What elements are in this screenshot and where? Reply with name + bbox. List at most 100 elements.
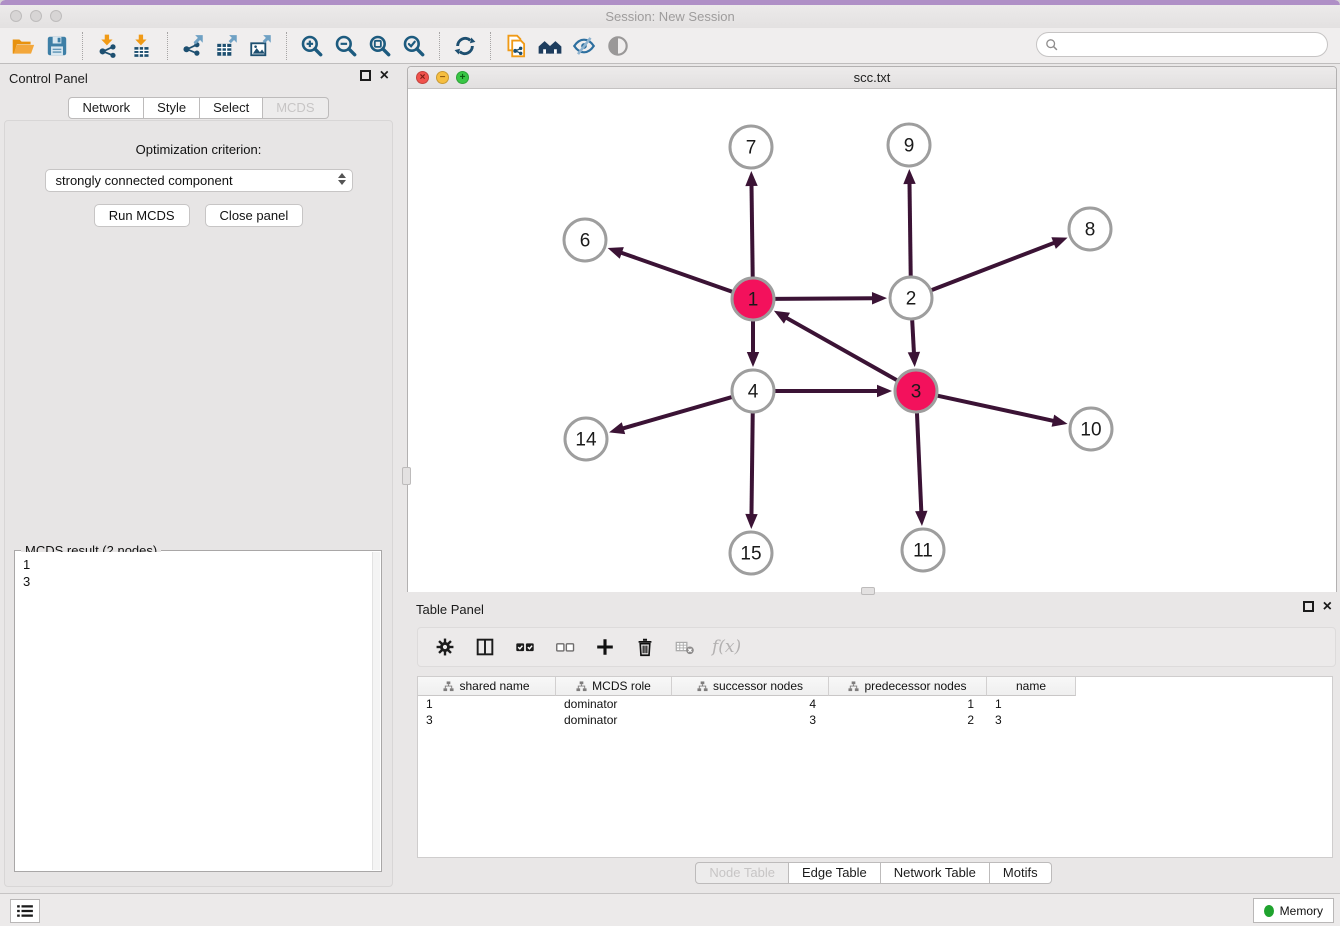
table-row[interactable]: 3dominator323 [418, 712, 1332, 728]
table-panel-float-icon[interactable] [1303, 601, 1314, 612]
graph-node-label: 3 [911, 382, 922, 403]
result-scrollbar[interactable] [372, 552, 380, 870]
tab-style[interactable]: Style [144, 97, 200, 119]
tab-mcds[interactable]: MCDS [263, 97, 328, 119]
search-field[interactable] [1036, 32, 1328, 57]
tree-icon [443, 681, 454, 692]
graph-node-label: 8 [1085, 220, 1096, 241]
column-header-shared-name[interactable]: shared name [418, 677, 556, 696]
table-row[interactable]: 1dominator411 [418, 696, 1332, 712]
column-panel-button[interactable] [472, 634, 498, 660]
table-cell[interactable]: 1 [829, 696, 987, 712]
node-table-header-row: shared name MCDS rolesuccessor nodes prede… [418, 677, 1332, 696]
graph-node-label: 6 [580, 231, 591, 252]
toolbar-separator [82, 32, 83, 60]
export-image-button[interactable] [244, 31, 278, 61]
table-toolbar: f(x) [417, 627, 1336, 667]
table-cell[interactable]: dominator [556, 696, 672, 712]
unselect-all-columns-button[interactable] [552, 634, 578, 660]
mcds-result-list[interactable]: 1 3 [16, 552, 372, 870]
gear-icon [434, 636, 456, 658]
delete-button[interactable] [632, 634, 658, 660]
apply-layout-button[interactable] [448, 31, 482, 61]
graph-edge-3-11[interactable] [917, 413, 921, 513]
column-header-label: predecessor nodes [864, 679, 966, 693]
splitter-grip-vertical[interactable] [402, 467, 411, 485]
tab-motifs[interactable]: Motifs [990, 862, 1052, 884]
table-panel: Table Panel × [407, 597, 1340, 890]
function-builder-button[interactable]: f(x) [712, 634, 741, 660]
graph-node-label: 2 [906, 289, 917, 310]
table-cell[interactable]: 4 [672, 696, 829, 712]
graph-edge-1-7[interactable] [751, 184, 752, 277]
search-icon [1045, 38, 1059, 52]
export-network-button[interactable] [176, 31, 210, 61]
graph-edge-4-14[interactable] [622, 397, 732, 429]
search-input[interactable] [1059, 37, 1327, 52]
zoom-fit-button[interactable] [363, 31, 397, 61]
zoom-out-button[interactable] [329, 31, 363, 61]
network-graph: 7968124314101511 [408, 89, 1336, 592]
network-window-titlebar: × − + scc.txt [408, 67, 1336, 89]
delete-table-button[interactable] [672, 634, 698, 660]
control-panel-float-icon[interactable] [360, 70, 371, 81]
column-header-MCDS-role[interactable]: MCDS role [556, 677, 672, 696]
table-cell[interactable]: 1 [418, 696, 556, 712]
tab-network-table[interactable]: Network Table [881, 862, 990, 884]
table-cell[interactable]: 3 [672, 712, 829, 728]
table-cell[interactable]: 3 [987, 712, 1076, 728]
hide-selected-button[interactable] [567, 31, 601, 61]
tab-select[interactable]: Select [200, 97, 263, 119]
toolbar-separator [439, 32, 440, 60]
task-history-button[interactable] [10, 899, 40, 923]
graph-edge-2-8[interactable] [932, 242, 1056, 290]
tab-node-table[interactable]: Node Table [695, 862, 789, 884]
run-mcds-button[interactable]: Run MCDS [94, 204, 190, 227]
memory-button[interactable]: Memory [1253, 898, 1334, 923]
table-cell[interactable]: 1 [987, 696, 1076, 712]
zoom-in-button[interactable] [295, 31, 329, 61]
control-panel-header: Control Panel × [0, 66, 397, 90]
graph-edge-1-6[interactable] [620, 252, 732, 291]
zoom-in-icon [299, 33, 325, 59]
control-panel-close-icon[interactable]: × [380, 70, 389, 81]
graph-edge-3-1[interactable] [785, 317, 897, 380]
graph-edge-2-3[interactable] [912, 320, 914, 354]
trash-icon [634, 636, 656, 658]
edge-arrowhead [877, 385, 892, 397]
table-panel-close-icon[interactable]: × [1323, 601, 1332, 612]
open-session-button[interactable] [6, 31, 40, 61]
application-window: Session: New Session [0, 0, 1340, 926]
tab-edge-table[interactable]: Edge Table [789, 862, 881, 884]
table-cell[interactable]: 3 [418, 712, 556, 728]
select-all-columns-button[interactable] [512, 634, 538, 660]
network-canvas[interactable]: 7968124314101511 [408, 89, 1336, 592]
export-table-button[interactable] [210, 31, 244, 61]
zoom-selected-button[interactable] [397, 31, 431, 61]
column-header-label: shared name [459, 679, 529, 693]
eye-slash-icon [571, 33, 597, 59]
graph-edge-2-9[interactable] [909, 182, 910, 276]
copy-network-button[interactable] [499, 31, 533, 61]
graph-edge-3-10[interactable] [937, 396, 1054, 421]
graph-edge-4-15[interactable] [751, 413, 752, 516]
splitter-grip-horizontal[interactable] [861, 587, 875, 595]
eye-icon [605, 33, 631, 59]
column-header-successor-nodes[interactable]: successor nodes [672, 677, 829, 696]
table-settings-button[interactable] [432, 634, 458, 660]
titlebar: Session: New Session [0, 5, 1340, 28]
column-header-name[interactable]: name [987, 677, 1076, 696]
close-panel-button[interactable]: Close panel [205, 204, 304, 227]
show-all-button[interactable] [601, 31, 635, 61]
table-cell[interactable]: dominator [556, 712, 672, 728]
tab-network[interactable]: Network [68, 97, 144, 119]
import-network-button[interactable] [91, 31, 125, 61]
save-session-button[interactable] [40, 31, 74, 61]
add-column-button[interactable] [592, 634, 618, 660]
criterion-dropdown[interactable]: strongly connected component [45, 169, 353, 192]
table-cell[interactable]: 2 [829, 712, 987, 728]
import-table-button[interactable] [125, 31, 159, 61]
column-header-predecessor-nodes[interactable]: predecessor nodes [829, 677, 987, 696]
first-neighbors-button[interactable] [533, 31, 567, 61]
graph-edge-1-2[interactable] [775, 298, 874, 299]
